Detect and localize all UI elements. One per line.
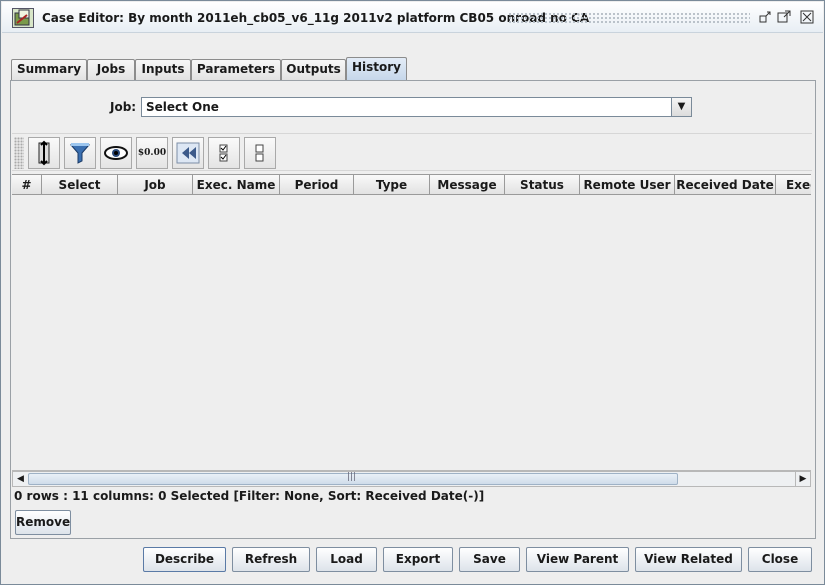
view-icon[interactable] (100, 137, 132, 169)
history-table[interactable]: # Select Job Exec. Name Period Type Mess… (12, 174, 811, 471)
table-toolbar: $0.00 (12, 133, 812, 171)
case-editor-window: Case Editor: By month 2011eh_cb05_v6_11g… (0, 0, 825, 585)
tab-outputs[interactable]: Outputs (281, 59, 346, 80)
sort-icon[interactable] (28, 137, 60, 169)
scrollbar-thumb[interactable]: ||| (28, 472, 678, 485)
minimize-icon[interactable] (757, 10, 772, 25)
remove-button[interactable]: Remove (15, 510, 71, 535)
column-header[interactable]: Select (42, 174, 118, 195)
tab-jobs[interactable]: Jobs (87, 59, 135, 80)
export-button[interactable]: Export (383, 547, 453, 572)
tab-inputs[interactable]: Inputs (135, 59, 191, 80)
column-header[interactable]: Remote User (580, 174, 675, 195)
format-icon[interactable]: $0.00 (136, 137, 168, 169)
column-header[interactable]: Period (280, 174, 354, 195)
toolbar-grip[interactable] (14, 137, 24, 169)
tab-history[interactable]: History (346, 57, 407, 80)
maximize-icon[interactable] (776, 10, 791, 25)
describe-button[interactable]: Describe (143, 547, 226, 572)
refresh-button[interactable]: Refresh (232, 547, 310, 572)
horizontal-scrollbar[interactable]: ◀ ||| ▶ (12, 471, 811, 487)
column-header[interactable]: Job (118, 174, 193, 195)
close-icon[interactable] (799, 10, 814, 25)
column-header[interactable]: Received Date (675, 174, 776, 195)
column-header[interactable]: Message (430, 174, 505, 195)
column-header[interactable]: # (12, 174, 42, 195)
column-header[interactable]: Status (505, 174, 580, 195)
close-button[interactable]: Close (748, 547, 812, 572)
reset-icon[interactable] (172, 137, 204, 169)
filter-icon[interactable] (64, 137, 96, 169)
job-select-value: Select One (146, 100, 219, 114)
chevron-down-icon[interactable]: ▼ (671, 98, 691, 116)
scroll-right-icon[interactable]: ▶ (795, 472, 810, 486)
job-select[interactable]: Select One ▼ (141, 97, 692, 117)
app-icon (12, 8, 34, 28)
title-bar[interactable]: Case Editor: By month 2011eh_cb05_v6_11g… (2, 2, 823, 33)
tab-summary[interactable]: Summary (11, 59, 87, 80)
select-all-icon[interactable] (208, 137, 240, 169)
tab-parameters[interactable]: Parameters (191, 59, 281, 80)
view-parent-button[interactable]: View Parent (526, 547, 629, 572)
scroll-left-icon[interactable]: ◀ (13, 472, 28, 486)
column-header[interactable]: Exec (776, 174, 811, 195)
column-header[interactable]: Exec. Name (193, 174, 280, 195)
column-header[interactable]: Type (354, 174, 430, 195)
save-button[interactable]: Save (459, 547, 520, 572)
view-related-button[interactable]: View Related (635, 547, 742, 572)
clear-selection-icon[interactable] (244, 137, 276, 169)
load-button[interactable]: Load (316, 547, 377, 572)
table-status: 0 rows : 11 columns: 0 Selected [Filter:… (14, 489, 485, 503)
title-grip (508, 12, 750, 24)
job-label: Job: (110, 100, 137, 114)
